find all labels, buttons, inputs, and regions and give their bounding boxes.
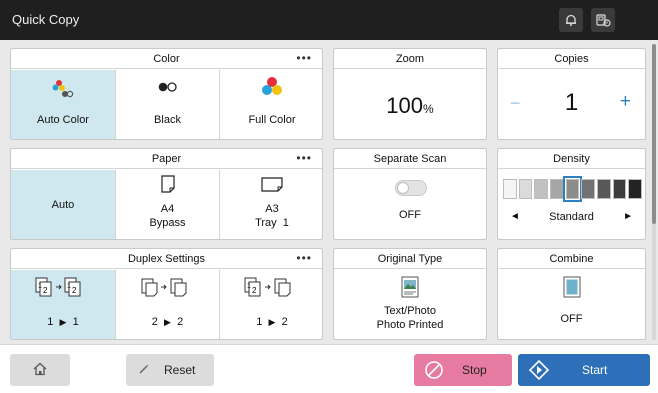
paper-option-auto[interactable]: Auto	[11, 170, 116, 239]
photo-document-icon	[401, 276, 419, 303]
full-color-icon	[220, 76, 322, 98]
paper-option-label: Auto	[51, 199, 75, 211]
scrollbar-thumb[interactable]	[652, 44, 656, 224]
original-type-line2: Photo Printed	[376, 319, 444, 331]
copies-increment-button[interactable]: +	[620, 91, 631, 113]
svg-text:1: 1	[38, 283, 42, 290]
paper-size-label: A3	[265, 203, 279, 215]
combine-page-icon	[563, 276, 581, 303]
density-scale[interactable]	[503, 176, 642, 202]
device-status-icon	[595, 12, 611, 28]
density-level-1[interactable]	[503, 179, 517, 199]
paper-more-button[interactable]: •••	[296, 149, 312, 167]
action-bar: Reset Stop Start	[0, 344, 658, 393]
start-label: Start	[582, 363, 608, 377]
svg-text:1: 1	[247, 283, 251, 290]
duplex-panel: Duplex Settings ••• 2121 1 ▶ 1 2 ▶ 2 21 …	[10, 248, 323, 340]
stop-label: Stop	[462, 363, 487, 377]
color-panel-title: Color •••	[11, 49, 322, 69]
color-option-label: Auto Color	[37, 114, 89, 126]
color-option-label: Black	[154, 114, 181, 126]
color-option-auto-color[interactable]: Auto Color	[11, 70, 116, 139]
paper-source-label: Tray 1	[255, 217, 289, 229]
original-type-line1: Text/Photo	[384, 305, 436, 317]
color-option-label: Full Color	[248, 114, 296, 126]
duplex-option-label: 2 ▶ 2	[151, 316, 184, 328]
density-level-6[interactable]	[581, 179, 595, 199]
device-status-button[interactable]	[591, 8, 615, 32]
color-more-button[interactable]: •••	[296, 49, 312, 67]
title-bar: Quick Copy	[0, 0, 658, 40]
copies-panel: Copies − 1 +	[497, 48, 646, 140]
toggle-knob	[397, 182, 409, 194]
separate-scan-toggle[interactable]	[395, 180, 427, 196]
duplex-option-1-to-1[interactable]: 2121 1 ▶ 1	[11, 270, 116, 339]
screen-title: Quick Copy	[12, 12, 80, 27]
reset-label: Reset	[164, 363, 196, 377]
svg-text:2: 2	[43, 286, 48, 295]
home-icon	[32, 361, 48, 380]
paper-option-a3-tray1[interactable]: A3 Tray 1	[220, 170, 322, 239]
black-icon	[116, 81, 219, 93]
start-button[interactable]: Start	[518, 354, 650, 386]
original-type-panel[interactable]: Original Type Text/Photo Photo Printed	[333, 248, 487, 340]
home-button[interactable]	[10, 354, 70, 386]
stop-button[interactable]: Stop	[414, 354, 512, 386]
original-type-panel-title: Original Type	[334, 249, 486, 269]
portrait-paper-icon	[116, 175, 219, 193]
duplex-option-2-to-2[interactable]: 2 ▶ 2	[116, 270, 220, 339]
density-panel-title: Density	[498, 149, 645, 169]
notification-button[interactable]	[559, 8, 583, 32]
color-option-black[interactable]: Black	[116, 70, 220, 139]
separate-scan-value: OFF	[399, 209, 421, 221]
density-level-7[interactable]	[597, 179, 611, 199]
density-right-arrow[interactable]: ►	[623, 211, 633, 222]
duplex-more-button[interactable]: •••	[296, 249, 312, 267]
simplex-to-duplex-icon: 21	[220, 276, 322, 298]
reset-button[interactable]: Reset	[126, 354, 214, 386]
pencil-icon	[138, 363, 150, 378]
density-level-9[interactable]	[628, 179, 642, 199]
simplex-to-simplex-icon: 2121	[11, 276, 115, 298]
density-level-8[interactable]	[612, 179, 627, 199]
settings-area: Color ••• Auto Color Black Full Color Zo…	[0, 40, 658, 344]
paper-panel-title: Paper •••	[11, 149, 322, 169]
separate-scan-panel-title: Separate Scan	[334, 149, 486, 169]
density-level-3[interactable]	[534, 179, 548, 199]
svg-text:2: 2	[252, 286, 257, 295]
paper-source-label: Bypass	[149, 217, 186, 229]
paper-size-label: A4	[160, 203, 175, 215]
separate-scan-panel[interactable]: Separate Scan OFF	[333, 148, 487, 240]
duplex-option-label: 1 ▶ 1	[47, 316, 79, 328]
density-panel: Density ◄ Standard ►	[497, 148, 646, 240]
zoom-panel-title: Zoom	[334, 49, 486, 69]
color-panel: Color ••• Auto Color Black Full Color	[10, 48, 323, 140]
color-option-full-color[interactable]: Full Color	[220, 70, 322, 139]
density-level-5[interactable]	[562, 176, 583, 202]
start-icon	[528, 359, 550, 384]
density-level-2[interactable]	[518, 179, 533, 199]
paper-option-a4-bypass[interactable]: A4 Bypass	[116, 170, 220, 239]
stop-icon	[424, 360, 444, 383]
duplex-to-duplex-icon	[116, 276, 219, 298]
bell-icon	[564, 13, 578, 27]
density-level-4[interactable]	[550, 179, 564, 199]
zoom-panel[interactable]: Zoom 100%	[333, 48, 487, 140]
duplex-option-label: 1 ▶ 2	[256, 316, 288, 328]
svg-text:2: 2	[72, 286, 77, 295]
landscape-paper-icon	[220, 177, 322, 192]
combine-value: OFF	[560, 313, 583, 325]
zoom-value: 100%	[386, 93, 434, 118]
duplex-option-1-to-2[interactable]: 21 1 ▶ 2	[220, 270, 322, 339]
duplex-panel-title: Duplex Settings •••	[11, 249, 322, 269]
auto-color-icon	[11, 78, 115, 100]
svg-text:1: 1	[67, 283, 71, 290]
combine-panel-title: Combine	[498, 249, 645, 269]
combine-panel[interactable]: Combine OFF	[497, 248, 646, 340]
copies-panel-title: Copies	[498, 49, 645, 69]
paper-panel: Paper ••• Auto A4 Bypass A3 Tray 1	[10, 148, 323, 240]
